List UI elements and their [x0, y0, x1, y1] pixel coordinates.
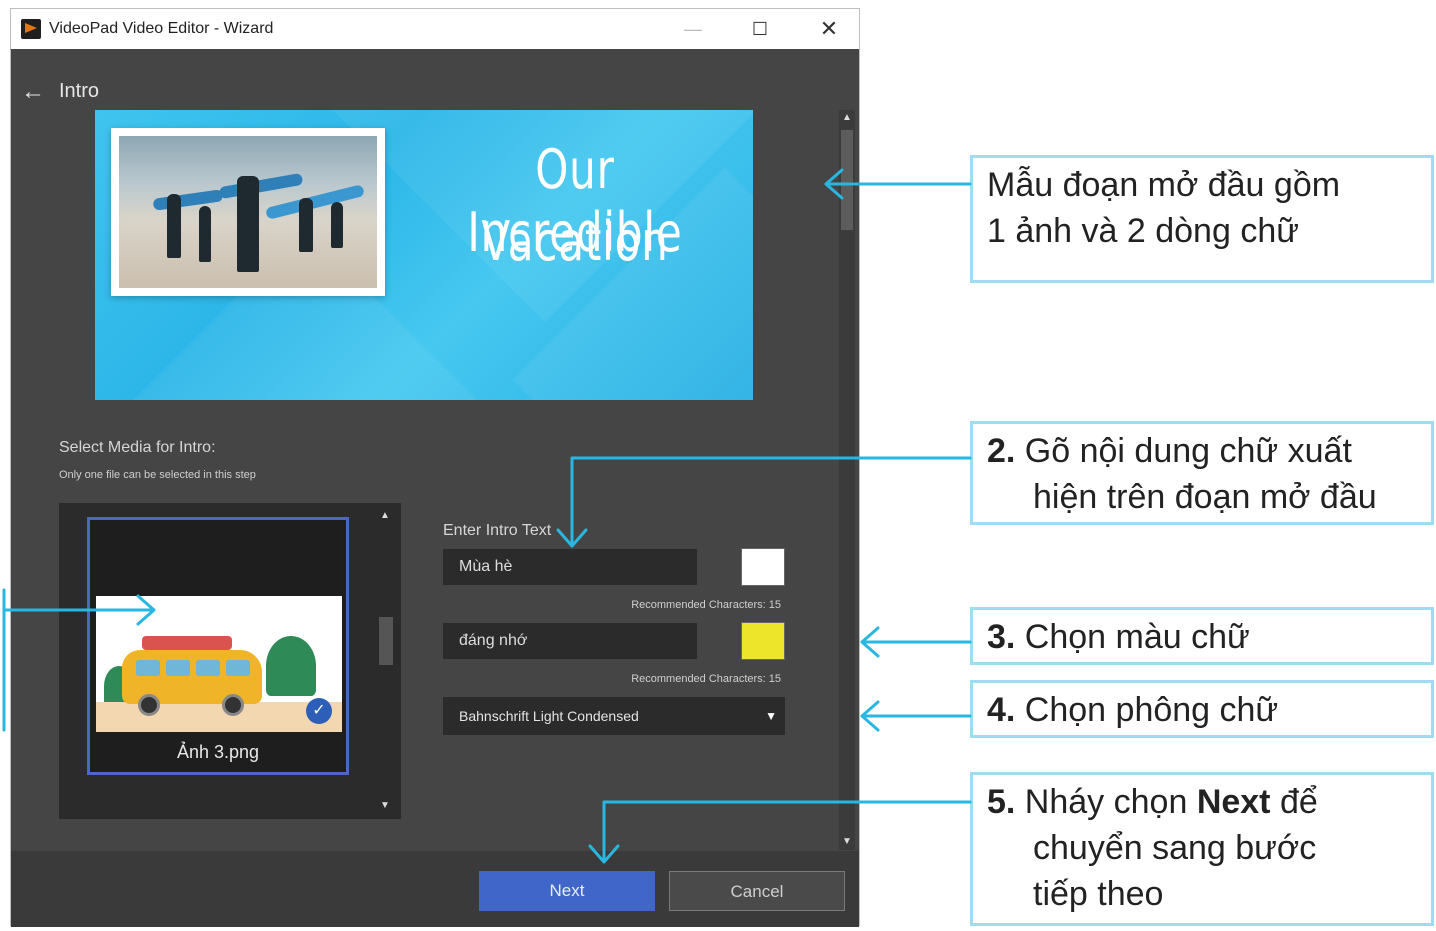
- callout-2-line-2: hiện trên đoạn mở đầu: [1033, 478, 1377, 516]
- media-item-selected[interactable]: ✓ Ảnh 3.png: [87, 517, 349, 775]
- arrow-to-font: [860, 700, 972, 732]
- page-title: Intro: [59, 80, 100, 102]
- callout-enter-text: 2. Gõ nội dung chữ xuất hiện trên đoạn m…: [970, 421, 1434, 525]
- callout-5-line-2: chuyển sang bước: [1033, 829, 1317, 867]
- callout-2-line-1: Gõ nội dung chữ xuất: [1015, 432, 1352, 470]
- font-dropdown-value: Bahnschrift Light Condensed: [459, 708, 639, 724]
- callout-5-pre: Nháy chọn: [1015, 783, 1197, 821]
- media-scroll-down-icon[interactable]: ▼: [375, 797, 395, 815]
- callout-4-text: Chọn phông chữ: [1015, 691, 1279, 729]
- chevron-down-icon: ▼: [765, 709, 777, 723]
- back-arrow-icon[interactable]: ←: [21, 80, 49, 104]
- intro-text-label: Enter Intro Text: [443, 522, 552, 539]
- text-color-swatch-2[interactable]: [741, 622, 785, 660]
- scroll-down-icon[interactable]: ▼: [839, 834, 855, 850]
- minimize-button[interactable]: —: [671, 15, 715, 43]
- bus-illustration: [122, 650, 262, 716]
- preview-text-line-2: Vacation: [481, 210, 669, 273]
- recommended-characters-1: Recommended Characters: 15: [631, 599, 781, 611]
- callout-5-post: để: [1270, 783, 1318, 821]
- callout-1-line-1: Mẫu đoạn mở đầu gồm: [987, 166, 1341, 204]
- media-list: ✓ Ảnh 3.png ▲ ▼: [59, 503, 401, 819]
- media-file-name: Ảnh 3.png: [176, 742, 260, 762]
- media-scrollbar[interactable]: ▲ ▼: [375, 503, 395, 819]
- selected-check-icon: ✓: [306, 698, 332, 724]
- intro-text-line-1-input[interactable]: [443, 549, 697, 585]
- media-scroll-thumb[interactable]: [379, 617, 393, 665]
- callout-3-text: Chọn màu chữ: [1015, 618, 1250, 656]
- callout-font: 4. Chọn phông chữ: [970, 680, 1434, 738]
- cancel-button[interactable]: Cancel: [669, 871, 845, 911]
- intro-text-line-2-input[interactable]: [443, 623, 697, 659]
- recommended-characters-2: Recommended Characters: 15: [631, 673, 781, 685]
- callout-4-number: 4.: [987, 691, 1016, 729]
- window-title: VideoPad Video Editor - Wizard: [49, 20, 274, 37]
- window-scrollbar[interactable]: ▲ ▼: [839, 110, 855, 850]
- media-label: Select Media for Intro:: [59, 439, 216, 456]
- scroll-thumb[interactable]: [841, 130, 853, 230]
- callout-5-line-3: tiếp theo: [1033, 875, 1164, 913]
- text-color-swatch-1[interactable]: [741, 548, 785, 586]
- title-bar: VideoPad Video Editor - Wizard — ☐ ✕: [11, 9, 859, 49]
- callout-5-number: 5.: [987, 783, 1016, 821]
- beach-photo: [119, 136, 377, 288]
- callout-2-number: 2.: [987, 432, 1016, 470]
- arrow-to-color: [860, 626, 972, 658]
- wizard-window: VideoPad Video Editor - Wizard — ☐ ✕ ← I…: [10, 8, 860, 927]
- callout-5-bold: Next: [1196, 783, 1271, 821]
- callout-text-color: 3. Chọn màu chữ: [970, 607, 1434, 665]
- media-note: Only one file can be selected in this st…: [59, 469, 256, 481]
- videopad-app-icon: [21, 19, 41, 39]
- font-dropdown[interactable]: Bahnschrift Light Condensed ▼: [443, 697, 785, 735]
- bus-image-thumbnail: ✓: [96, 596, 342, 732]
- close-button[interactable]: ✕: [807, 15, 851, 43]
- callout-template: Mẫu đoạn mở đầu gồm 1 ảnh và 2 dòng chữ: [970, 155, 1434, 283]
- callout-1-line-2: 1 ảnh và 2 dòng chữ: [987, 212, 1299, 250]
- preview-photo-frame: [111, 128, 385, 296]
- callout-next: 5. Nháy chọn Next để chuyển sang bước ti…: [970, 772, 1434, 926]
- intro-preview: Our Incredible Vacation: [95, 110, 753, 400]
- scroll-up-icon[interactable]: ▲: [839, 110, 855, 126]
- callout-3-number: 3.: [987, 618, 1016, 656]
- media-scroll-up-icon[interactable]: ▲: [375, 507, 395, 525]
- wizard-footer: Next Cancel: [11, 851, 859, 927]
- maximize-button[interactable]: ☐: [738, 15, 782, 43]
- next-button[interactable]: Next: [479, 871, 655, 911]
